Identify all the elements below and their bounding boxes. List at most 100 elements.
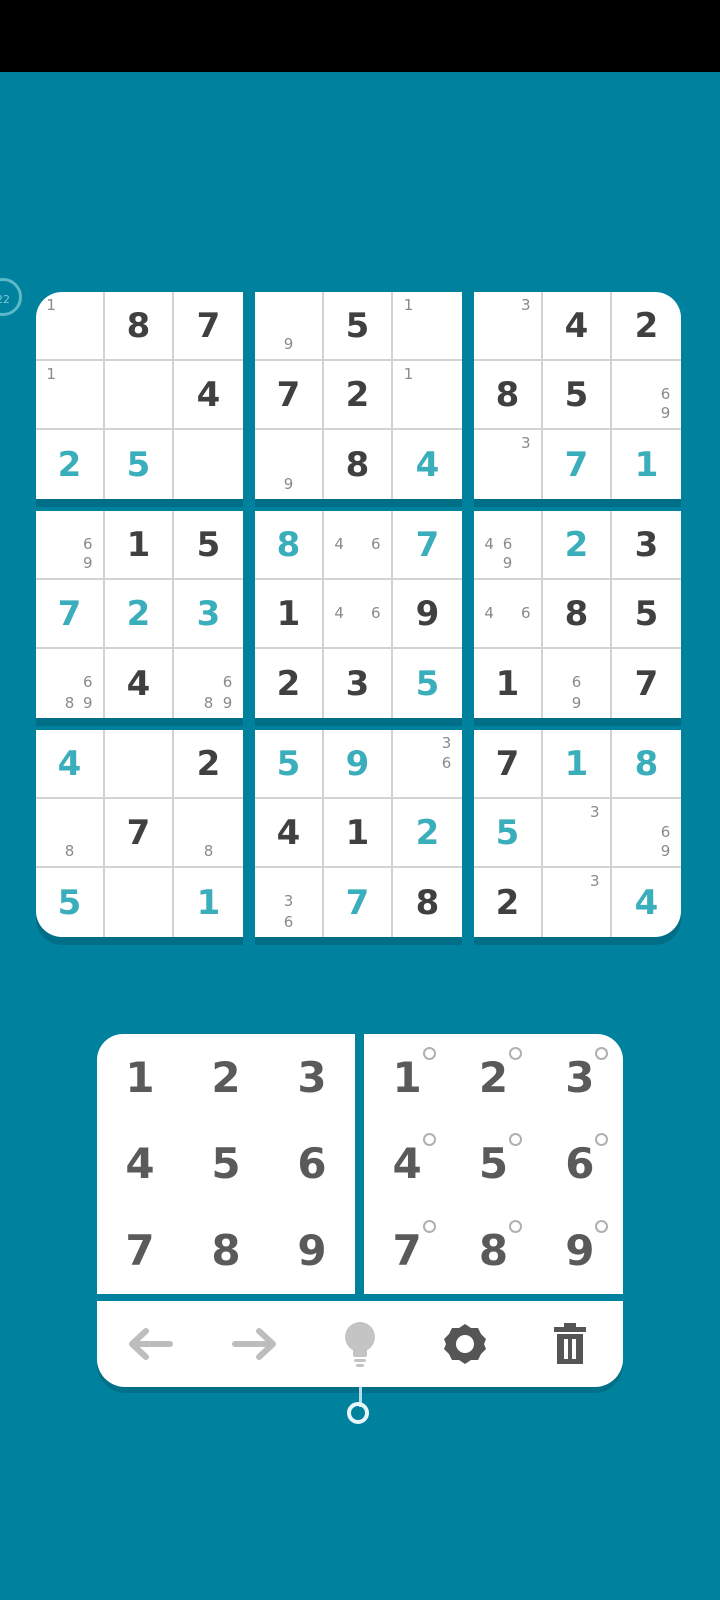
board-cell[interactable]: 1 xyxy=(393,292,462,361)
board-cell[interactable]: 2 xyxy=(612,292,681,361)
digit-key[interactable]: 7 xyxy=(97,1207,183,1294)
delete-button[interactable] xyxy=(540,1314,600,1374)
board-cell[interactable]: 1 xyxy=(543,730,612,799)
board-cell[interactable]: 4 xyxy=(36,730,105,799)
board-cell[interactable]: 4 xyxy=(543,292,612,361)
redo-button[interactable] xyxy=(225,1314,285,1374)
note-digit-key[interactable]: 2 xyxy=(450,1034,536,1121)
board-cell[interactable]: 3 xyxy=(324,649,393,718)
board-cell[interactable]: 1 xyxy=(255,580,324,649)
board-cell[interactable]: 4 xyxy=(174,361,243,430)
settings-button[interactable] xyxy=(435,1314,495,1374)
board-cell[interactable]: 1 xyxy=(105,511,174,580)
board-cell[interactable]: 36 xyxy=(393,730,462,799)
board-cell[interactable]: 2 xyxy=(324,361,393,430)
board-cell[interactable] xyxy=(174,430,243,499)
board-cell[interactable]: 46 xyxy=(474,580,543,649)
board-cell[interactable]: 5 xyxy=(612,580,681,649)
board-cell[interactable]: 7 xyxy=(393,511,462,580)
note-digit-key[interactable]: 5 xyxy=(450,1121,536,1208)
board-cell[interactable]: 5 xyxy=(393,649,462,718)
board-cell[interactable]: 5 xyxy=(105,430,174,499)
digit-key[interactable]: 3 xyxy=(269,1034,355,1121)
board-cell[interactable]: 7 xyxy=(474,730,543,799)
board-cell[interactable]: 1 xyxy=(393,361,462,430)
board-cell[interactable]: 8 xyxy=(36,799,105,868)
digit-key[interactable]: 4 xyxy=(97,1121,183,1208)
board-cell[interactable]: 2 xyxy=(474,868,543,937)
board-cell[interactable]: 46 xyxy=(324,580,393,649)
board-cell[interactable]: 5 xyxy=(255,730,324,799)
board-cell[interactable]: 9 xyxy=(255,430,324,499)
board-cell[interactable]: 5 xyxy=(36,868,105,937)
board-cell[interactable]: 2 xyxy=(105,580,174,649)
board-cell[interactable]: 4 xyxy=(105,649,174,718)
digit-key[interactable]: 6 xyxy=(269,1121,355,1208)
board-cell[interactable]: 9 xyxy=(324,730,393,799)
board-cell[interactable]: 7 xyxy=(324,868,393,937)
board-cell[interactable]: 5 xyxy=(474,799,543,868)
board-cell[interactable]: 8 xyxy=(324,430,393,499)
board-cell[interactable]: 7 xyxy=(174,292,243,361)
board-cell[interactable]: 3 xyxy=(612,511,681,580)
board-cell[interactable]: 5 xyxy=(324,292,393,361)
board-cell[interactable]: 689 xyxy=(36,649,105,718)
board-cell[interactable]: 69 xyxy=(612,799,681,868)
board-cell[interactable]: 1 xyxy=(324,799,393,868)
note-digit-key[interactable]: 8 xyxy=(450,1207,536,1294)
board-cell[interactable]: 2 xyxy=(255,649,324,718)
board-cell[interactable]: 689 xyxy=(174,649,243,718)
board-cell[interactable]: 4 xyxy=(393,430,462,499)
note-digit-key[interactable]: 9 xyxy=(537,1207,623,1294)
board-cell[interactable]: 4 xyxy=(612,868,681,937)
board-cell[interactable]: 1 xyxy=(612,430,681,499)
digit-key[interactable]: 1 xyxy=(97,1034,183,1121)
digit-key[interactable]: 8 xyxy=(183,1207,269,1294)
board-cell[interactable]: 8 xyxy=(105,292,174,361)
board-cell[interactable]: 3 xyxy=(474,292,543,361)
board-cell[interactable] xyxy=(105,730,174,799)
board-cell[interactable]: 469 xyxy=(474,511,543,580)
digit-key[interactable]: 9 xyxy=(269,1207,355,1294)
board-cell[interactable]: 8 xyxy=(474,361,543,430)
board-cell[interactable]: 1 xyxy=(36,361,105,430)
board-cell[interactable]: 7 xyxy=(612,649,681,718)
drawer-handle[interactable] xyxy=(347,1402,369,1424)
board-cell[interactable]: 2 xyxy=(36,430,105,499)
board-cell[interactable]: 9 xyxy=(393,580,462,649)
board-cell[interactable]: 3 xyxy=(543,799,612,868)
board-cell[interactable]: 5 xyxy=(174,511,243,580)
board-cell[interactable]: 2 xyxy=(543,511,612,580)
board-cell[interactable]: 8 xyxy=(543,580,612,649)
board-cell[interactable]: 7 xyxy=(36,580,105,649)
board-cell[interactable]: 36 xyxy=(255,868,324,937)
board-cell[interactable]: 69 xyxy=(36,511,105,580)
board-cell[interactable]: 7 xyxy=(105,799,174,868)
note-digit-key[interactable]: 7 xyxy=(364,1207,450,1294)
board-cell[interactable]: 69 xyxy=(612,361,681,430)
board-cell[interactable]: 5 xyxy=(543,361,612,430)
board-cell[interactable]: 7 xyxy=(255,361,324,430)
board-cell[interactable]: 2 xyxy=(174,730,243,799)
board-cell[interactable]: 8 xyxy=(255,511,324,580)
board-cell[interactable]: 46 xyxy=(324,511,393,580)
level-badge[interactable]: 22 xyxy=(0,278,22,316)
board-cell[interactable]: 3 xyxy=(174,580,243,649)
board-cell[interactable]: 1 xyxy=(174,868,243,937)
board-cell[interactable]: 4 xyxy=(255,799,324,868)
note-digit-key[interactable]: 4 xyxy=(364,1121,450,1208)
board-cell[interactable]: 7 xyxy=(543,430,612,499)
board-cell[interactable] xyxy=(105,361,174,430)
hint-button[interactable] xyxy=(330,1314,390,1374)
board-cell[interactable] xyxy=(105,868,174,937)
board-cell[interactable]: 2 xyxy=(393,799,462,868)
board-cell[interactable]: 8 xyxy=(612,730,681,799)
board-cell[interactable]: 8 xyxy=(393,868,462,937)
note-digit-key[interactable]: 1 xyxy=(364,1034,450,1121)
undo-button[interactable] xyxy=(120,1314,180,1374)
board-cell[interactable]: 1 xyxy=(474,649,543,718)
note-digit-key[interactable]: 6 xyxy=(537,1121,623,1208)
note-digit-key[interactable]: 3 xyxy=(537,1034,623,1121)
board-cell[interactable]: 1 xyxy=(36,292,105,361)
digit-key[interactable]: 2 xyxy=(183,1034,269,1121)
